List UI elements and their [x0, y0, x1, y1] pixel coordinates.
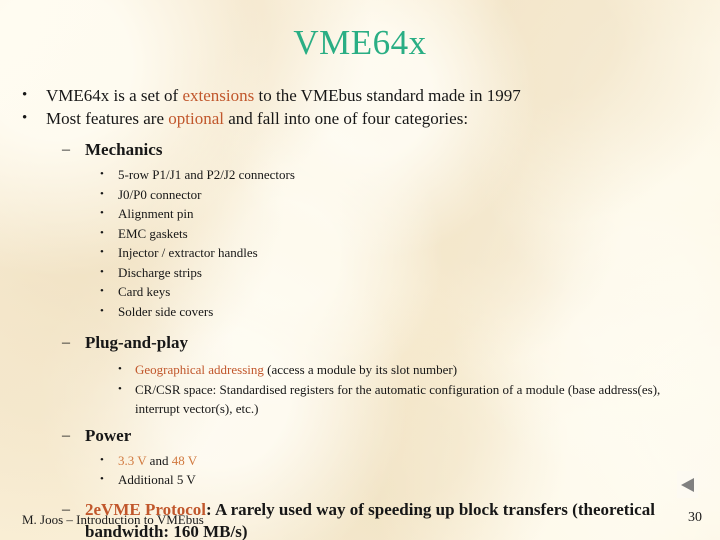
- dash-marker-icon: –: [62, 334, 70, 351]
- list-item: • Card keys: [0, 282, 720, 302]
- bullet-text-pre: VME64x is a set of: [46, 86, 183, 105]
- section-heading-mechanics: – Mechanics: [0, 138, 720, 162]
- list-item-voltages: • 3.3 V and 48 V: [0, 451, 720, 471]
- section-heading-plug-and-play: – Plug-and-play: [0, 331, 720, 355]
- bullet-marker-icon: •: [100, 168, 104, 180]
- list-item-label: 3.3 V and 48 V: [118, 451, 720, 471]
- list-item-post: (access a module by its slot number): [263, 362, 458, 377]
- bullet-item-optional-features: • Most features are optional and fall in…: [0, 107, 720, 130]
- list-item-label: Discharge strips: [118, 264, 202, 280]
- footer-author-text: M. Joos – Introduction to VMEbus: [22, 512, 204, 527]
- list-item-accent: Geographical addressing: [135, 362, 264, 377]
- section-heading-power: – Power: [0, 424, 720, 448]
- list-item-label: 5-row P1/J1 and P2/J2 connectors: [118, 167, 295, 182]
- bullet-marker-icon: •: [100, 304, 104, 317]
- section-heading-label: Plug-and-play: [85, 333, 188, 352]
- slide-content: VME64x • VME64x is a set of extensions t…: [0, 0, 720, 540]
- list-item-label: Additional 5 V: [118, 472, 196, 487]
- list-item: • Solder side covers: [0, 302, 720, 322]
- list-item: • Injector / extractor handles: [0, 243, 720, 263]
- list-item: • J0/P0 connector: [0, 185, 720, 205]
- bullet-marker-icon: •: [100, 246, 104, 258]
- list-item-label: Solder side covers: [118, 303, 214, 319]
- bullet-marker-icon: •: [100, 207, 104, 219]
- slide-title: VME64x: [293, 23, 427, 62]
- slide-body: • VME64x is a set of extensions to the V…: [0, 84, 720, 540]
- list-item-label: J0/P0 connector: [118, 186, 202, 202]
- bullet-item-vme64x-extensions: • VME64x is a set of extensions to the V…: [0, 84, 720, 107]
- list-item-label: Card keys: [118, 284, 171, 299]
- bullet-marker-icon: •: [100, 473, 104, 485]
- bullet-text-post: to the VMEbus standard made in 1997: [254, 86, 521, 105]
- dash-marker-icon: –: [62, 141, 70, 158]
- voltage-3v3: 3.3 V: [118, 452, 147, 468]
- page-number: 30: [688, 510, 702, 525]
- list-item-additional-5v: • Additional 5 V: [0, 470, 720, 490]
- list-item-label: Geographical addressing (access a module…: [135, 360, 708, 380]
- bullet-marker-icon: •: [100, 265, 104, 278]
- bullet-marker-icon: •: [100, 226, 104, 239]
- section-heading-label: Mechanics: [85, 140, 163, 159]
- bullet-text: Most features are optional and fall into…: [46, 107, 720, 130]
- bullet-marker-icon: •: [118, 382, 122, 395]
- bullet-text: VME64x is a set of extensions to the VME…: [46, 84, 720, 107]
- list-item-label: Alignment pin: [118, 206, 194, 221]
- list-item-label: Injector / extractor handles: [118, 245, 258, 260]
- list-item: • EMC gaskets: [0, 224, 720, 244]
- list-item-crcsr-space: • CR/CSR space: Standardised registers f…: [0, 380, 720, 419]
- list-item-label: EMC gaskets: [118, 225, 188, 241]
- bullet-marker-icon: •: [22, 87, 28, 103]
- bullet-marker-icon: •: [118, 363, 122, 375]
- dash-marker-icon: –: [62, 426, 70, 444]
- voltage-48v: 48 V: [171, 452, 198, 468]
- bullet-text-accent: extensions: [182, 86, 255, 105]
- bullet-text-accent: optional: [168, 109, 224, 128]
- list-item-label: CR/CSR space: Standardised registers for…: [135, 381, 661, 417]
- list-item: • Discharge strips: [0, 263, 720, 283]
- bullet-marker-icon: •: [100, 285, 104, 297]
- list-item: • 5-row P1/J1 and P2/J2 connectors: [0, 165, 720, 185]
- presentation-slide: VME64x • VME64x is a set of extensions t…: [0, 0, 720, 540]
- bullet-marker-icon: •: [22, 110, 28, 126]
- bullet-marker-icon: •: [100, 187, 104, 200]
- triangle-left-icon: [680, 477, 695, 493]
- previous-slide-button[interactable]: [677, 471, 698, 498]
- section-heading-label: Power: [85, 425, 132, 445]
- bullet-text-pre: Most features are: [46, 109, 169, 128]
- list-item-geographical-addressing: • Geographical addressing (access a modu…: [0, 360, 720, 380]
- list-item: • Alignment pin: [0, 204, 720, 224]
- bullet-marker-icon: •: [100, 453, 104, 466]
- voltage-conjunction: and: [146, 452, 172, 468]
- bullet-text-post: and fall into one of four categories:: [223, 109, 469, 128]
